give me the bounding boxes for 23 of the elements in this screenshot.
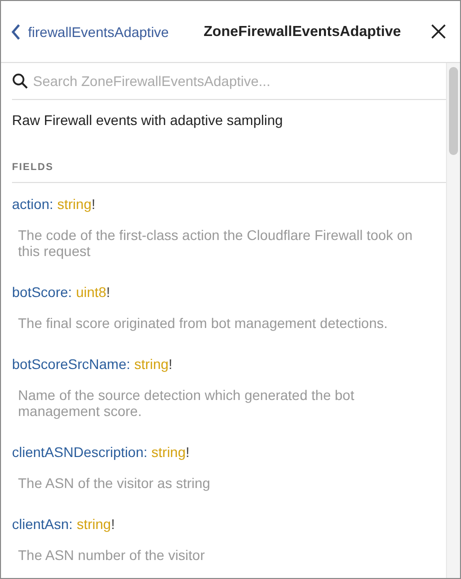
field-name-link[interactable]: botScore: bbox=[12, 284, 72, 300]
back-icon bbox=[11, 24, 21, 40]
field-description: The ASN number of the visitor bbox=[18, 547, 206, 563]
non-null-mark: ! bbox=[106, 284, 110, 300]
field-description: The ASN of the visitor as string bbox=[18, 475, 212, 491]
field-name-link[interactable]: clientAsn: bbox=[12, 516, 73, 532]
field-name-link[interactable]: clientASNDescription: bbox=[12, 444, 148, 460]
non-null-mark: ! bbox=[168, 356, 172, 372]
field-name-link[interactable]: action: bbox=[12, 196, 54, 212]
section-heading: FIELDS bbox=[12, 162, 446, 183]
field-description: The code of the first-class action the Cloudflare Firewall took on this request bbox=[18, 227, 414, 259]
search-icon bbox=[12, 73, 28, 89]
panel-title: ZoneFirewallEventsAdaptive bbox=[204, 24, 401, 40]
non-null-mark: ! bbox=[91, 196, 96, 212]
field-description: Name of the source detection which generated the bot management score. bbox=[18, 387, 356, 419]
field-description: The final score originated from bot management detections. bbox=[18, 315, 389, 331]
non-null-mark: ! bbox=[110, 516, 115, 532]
back-link[interactable]: firewallEventsAdaptive bbox=[11, 24, 169, 40]
scrollbar-thumb[interactable] bbox=[449, 67, 458, 155]
type-description: Raw Firewall events with adaptive sampling bbox=[12, 112, 284, 128]
close-icon[interactable] bbox=[431, 24, 446, 39]
field-name-link[interactable]: botScoreSrcName: bbox=[12, 356, 130, 372]
non-null-mark: ! bbox=[186, 444, 190, 460]
